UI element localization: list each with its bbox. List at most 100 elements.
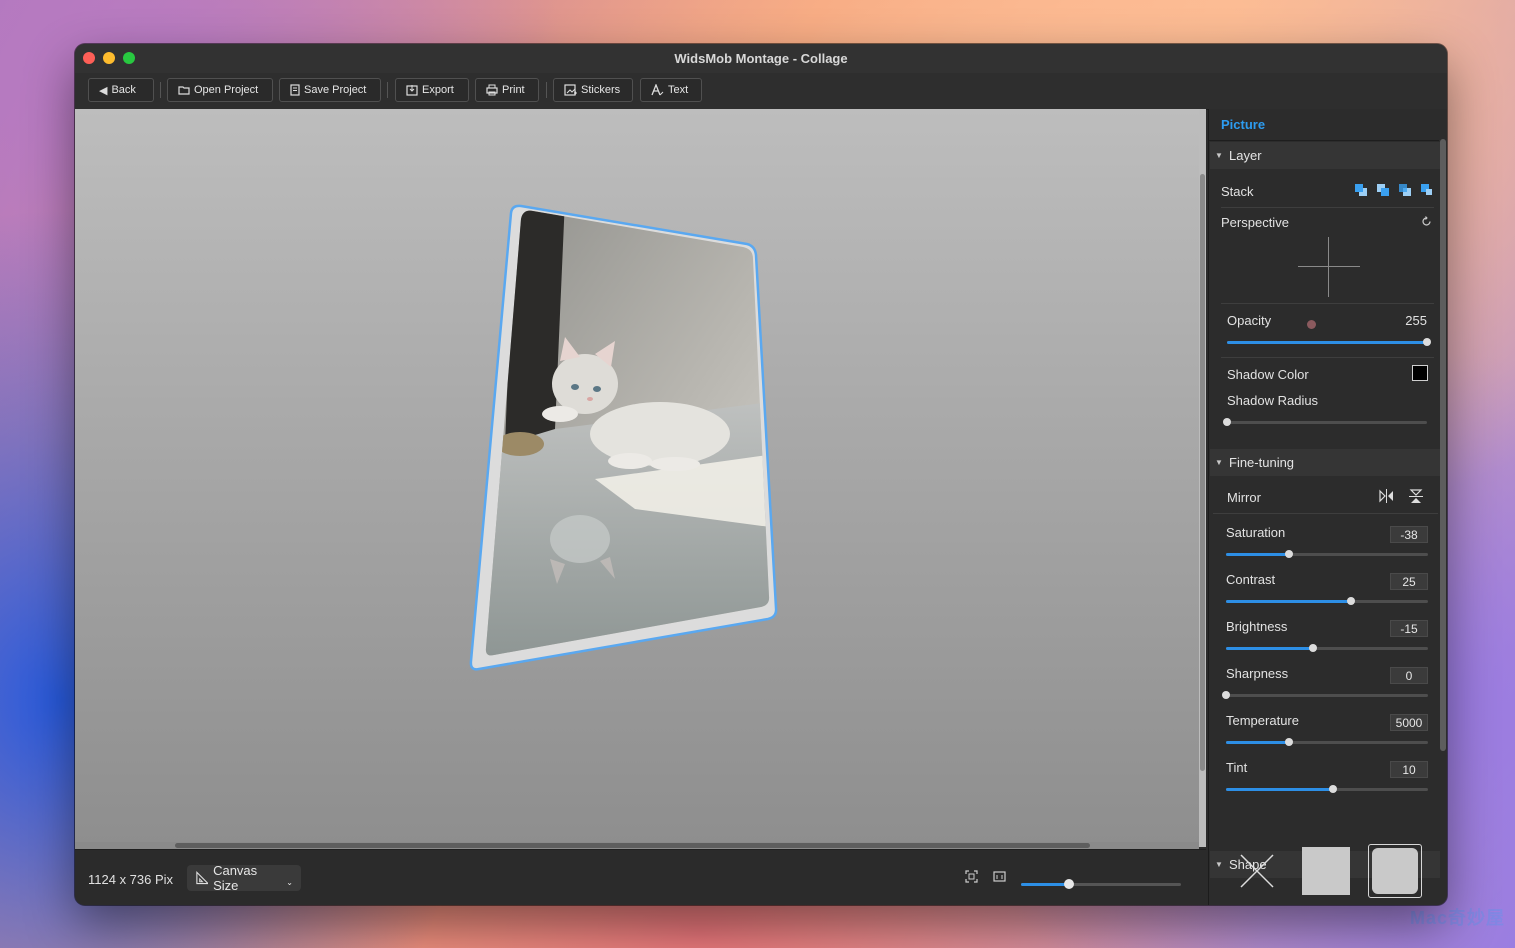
perspective-pad[interactable] — [1298, 237, 1360, 297]
export-button[interactable]: Export — [395, 78, 469, 102]
print-label: Print — [502, 84, 525, 96]
temperature-label: Temperature — [1226, 713, 1299, 728]
brightness-slider-knob[interactable] — [1308, 644, 1317, 652]
back-arrow-icon: ◀ — [99, 84, 108, 97]
temperature-slider-knob[interactable] — [1284, 738, 1293, 746]
mirror-horizontal-icon[interactable] — [1379, 489, 1394, 503]
disclosure-triangle-icon: ▼ — [1215, 860, 1223, 869]
export-label: Export — [422, 84, 454, 96]
canvas-vertical-scrollbar[interactable] — [1199, 109, 1206, 847]
open-project-button[interactable]: Open Project — [167, 78, 273, 102]
shadow-radius-slider-knob[interactable] — [1223, 418, 1231, 426]
document-icon — [290, 84, 300, 96]
contrast-label: Contrast — [1226, 572, 1276, 587]
saturation-slider[interactable] — [1226, 550, 1428, 558]
sharpness-slider[interactable] — [1222, 691, 1428, 699]
cat-photo — [485, 210, 770, 656]
opacity-label: Opacity — [1227, 313, 1272, 328]
tint-slider-knob[interactable] — [1329, 785, 1338, 793]
scroll-thumb[interactable] — [175, 843, 1090, 848]
layer-section-header[interactable]: ▼ Layer — [1210, 142, 1440, 169]
perspective-crosshair-h — [1298, 266, 1360, 267]
bring-forward-icon[interactable] — [1377, 184, 1389, 196]
text-button[interactable]: Text — [640, 78, 702, 102]
send-backward-icon[interactable] — [1399, 184, 1411, 196]
saturation-label: Saturation — [1226, 525, 1286, 540]
zoom-slider-fill — [1021, 883, 1069, 886]
tint-slider[interactable] — [1226, 785, 1428, 793]
square-shape-option[interactable] — [1302, 847, 1350, 895]
opacity-value: 255 — [1405, 313, 1427, 328]
contrast-slider-knob[interactable] — [1347, 597, 1356, 605]
layer-section-label: Layer — [1229, 148, 1262, 163]
toolbar-separator — [546, 82, 547, 98]
mirror-vertical-icon[interactable] — [1409, 489, 1423, 504]
tint-value-field[interactable]: 10 — [1390, 761, 1428, 778]
opacity-slider[interactable] — [1227, 338, 1431, 346]
bring-to-front-icon[interactable] — [1355, 184, 1367, 196]
opacity-slider-fill — [1227, 341, 1427, 344]
temperature-value-field[interactable]: 5000 — [1390, 714, 1428, 731]
print-button[interactable]: Print — [475, 78, 539, 102]
perspective-handle[interactable] — [1307, 320, 1316, 329]
scroll-thumb[interactable] — [1200, 174, 1205, 771]
back-button[interactable]: ◀ Back — [88, 78, 154, 102]
canvas-horizontal-scrollbar[interactable] — [75, 842, 1199, 849]
window-title: WidsMob Montage - Collage — [674, 51, 848, 66]
toolbar-separator — [160, 82, 161, 98]
sticker-icon — [564, 84, 577, 96]
send-to-back-icon[interactable] — [1421, 184, 1433, 196]
contrast-value-field[interactable]: 25 — [1390, 573, 1428, 590]
zoom-slider[interactable] — [1021, 879, 1181, 889]
actual-size-icon[interactable] — [993, 870, 1006, 883]
chevron-down-icon: ⌄ — [286, 877, 293, 887]
no-shape-option-icon[interactable] — [1233, 847, 1281, 895]
contrast-slider[interactable] — [1226, 597, 1428, 605]
folder-icon — [178, 86, 190, 95]
close-window-button[interactable] — [83, 52, 95, 64]
stickers-button[interactable]: Stickers — [553, 78, 633, 102]
text-label: Text — [668, 84, 689, 96]
canvas-size-button[interactable]: Canvas Size ⌄ — [187, 863, 301, 893]
app-window: WidsMob Montage - Collage ◀ Back Open Pr… — [75, 44, 1447, 905]
canvas-size-label: Canvas Size — [213, 863, 258, 893]
shadow-color-swatch[interactable] — [1412, 365, 1428, 381]
shadow-radius-label: Shadow Radius — [1227, 393, 1319, 408]
open-project-label: Open Project — [194, 84, 259, 96]
shadow-color-label: Shadow Color — [1227, 367, 1309, 382]
saturation-slider-fill — [1226, 553, 1289, 556]
collage-canvas[interactable] — [75, 109, 1199, 847]
reset-perspective-icon[interactable] — [1421, 216, 1432, 227]
perspective-label: Perspective — [1221, 215, 1289, 230]
saturation-slider-knob[interactable] — [1284, 550, 1293, 558]
disclosure-triangle-icon: ▼ — [1215, 151, 1223, 160]
saturation-value-field[interactable]: -38 — [1390, 526, 1428, 543]
brightness-slider-fill — [1226, 647, 1313, 650]
stack-label: Stack — [1221, 184, 1254, 199]
watermark: Mac奇妙屋 — [1409, 908, 1505, 928]
tint-slider-fill — [1226, 788, 1334, 791]
divider — [1221, 303, 1434, 304]
rounded-shape-option[interactable] — [1368, 844, 1422, 898]
finetuning-section-header[interactable]: ▼ Fine-tuning — [1210, 449, 1440, 476]
shadow-radius-slider[interactable] — [1223, 418, 1427, 426]
photo-layer[interactable] — [75, 109, 1199, 847]
divider — [1209, 140, 1439, 141]
opacity-slider-knob[interactable] — [1423, 338, 1431, 346]
save-project-button[interactable]: Save Project — [279, 78, 381, 102]
panel-scrollbar[interactable] — [1440, 139, 1446, 751]
minimize-window-button[interactable] — [103, 52, 115, 64]
brightness-slider[interactable] — [1226, 644, 1428, 652]
title-bar: WidsMob Montage - Collage — [75, 44, 1447, 73]
divider — [1213, 513, 1438, 514]
temperature-slider[interactable] — [1226, 738, 1428, 746]
save-project-label: Save Project — [304, 84, 367, 96]
sharpness-value-field[interactable]: 0 — [1390, 667, 1428, 684]
sharpness-label: Sharpness — [1226, 666, 1289, 681]
fit-to-window-icon[interactable] — [965, 870, 978, 883]
sharpness-slider-knob[interactable] — [1222, 691, 1230, 699]
panel-title: Picture — [1221, 117, 1266, 132]
zoom-slider-knob[interactable] — [1064, 879, 1074, 889]
maximize-window-button[interactable] — [123, 52, 135, 64]
brightness-value-field[interactable]: -15 — [1390, 620, 1428, 637]
